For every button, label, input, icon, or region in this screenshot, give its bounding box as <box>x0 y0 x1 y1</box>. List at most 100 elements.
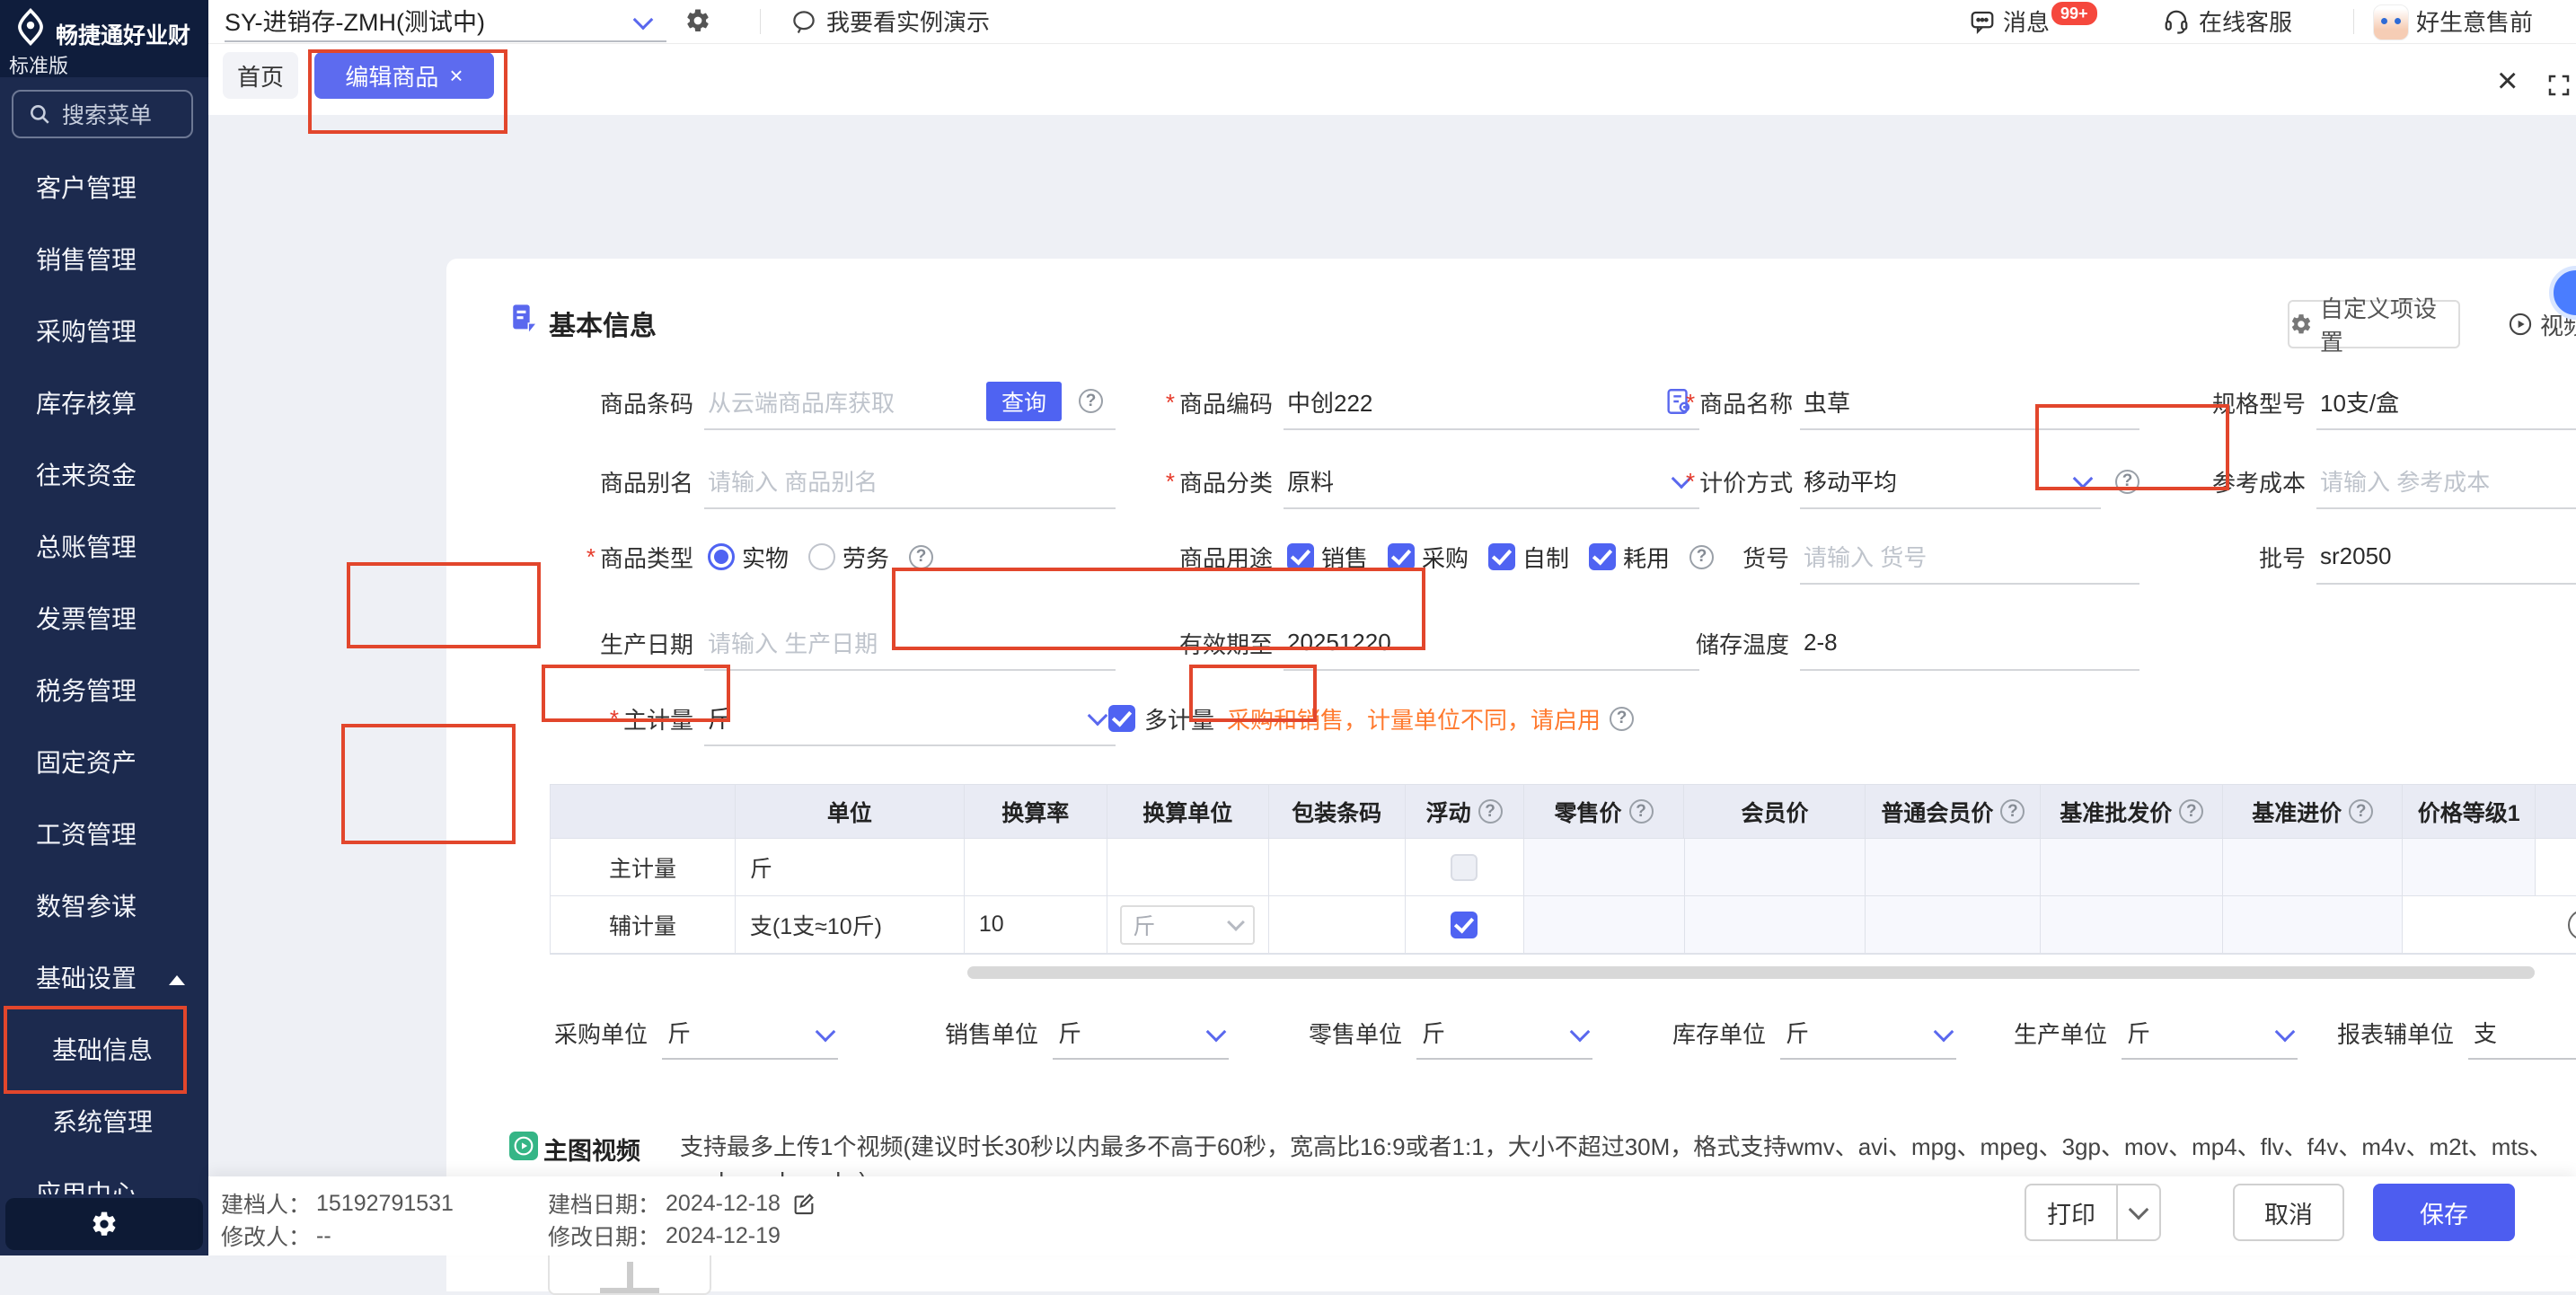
sidebar-item-customers[interactable]: 客户管理 <box>0 153 208 225</box>
question-icon[interactable] <box>2179 799 2203 824</box>
topbar: SY-进销存-ZMH(测试中) 我要看实例演示 消息 99+ 在线客服 好生意售… <box>208 0 2576 44</box>
fullscreen-icon[interactable] <box>2545 72 2572 99</box>
member-price-cell[interactable] <box>1685 896 1866 954</box>
base-wholesale-cell[interactable] <box>2041 839 2223 896</box>
question-icon[interactable] <box>2349 799 2373 824</box>
stock-unit-select[interactable]: 库存单位 斤 <box>1672 1004 1956 1062</box>
sidebar-settings-bar[interactable] <box>5 1198 203 1250</box>
sidebar-item-assets[interactable]: 固定资产 <box>0 727 208 799</box>
sidebar-item-funds[interactable]: 往来资金 <box>0 440 208 512</box>
question-icon[interactable] <box>1478 799 1503 824</box>
sidebar-item-purchase[interactable]: 采购管理 <box>0 296 208 368</box>
floating-cell[interactable] <box>1406 839 1524 896</box>
question-icon[interactable] <box>2115 470 2139 494</box>
checkbox-purchase[interactable]: 采购 <box>1388 541 1469 574</box>
product-code-input[interactable]: 中创222 <box>1284 374 1699 430</box>
storage-temp-input[interactable]: 2-8 <box>1800 615 2139 671</box>
pricing-select[interactable]: 移动平均 <box>1800 454 2101 509</box>
sidebar-item-ledger[interactable]: 总账管理 <box>0 512 208 584</box>
barcode-placeholder: 从云端商品库获取 <box>708 385 895 418</box>
main-unit-select[interactable]: 斤 <box>704 691 1116 746</box>
tab-home[interactable]: 首页 <box>223 52 298 99</box>
retail-price-cell[interactable] <box>1524 839 1685 896</box>
close-icon[interactable]: × <box>2497 66 2518 95</box>
sidebar-item-sales[interactable]: 销售管理 <box>0 225 208 296</box>
ref-cost-input[interactable]: 请输入 参考成本 <box>2316 454 2576 509</box>
cancel-button[interactable]: 取消 <box>2233 1184 2344 1241</box>
col-retail-price: 零售价 <box>1524 785 1685 839</box>
checkbox-consume[interactable]: 耗用 <box>1589 541 1670 574</box>
sidebar-item-tax[interactable]: 税务管理 <box>0 656 208 727</box>
expire-input[interactable]: 20251220 <box>1284 615 1699 671</box>
radio-physical[interactable]: 实物 <box>708 541 789 574</box>
unit-cell[interactable]: 支(1支≈10斤) <box>736 896 965 954</box>
add-row-icon[interactable] <box>2568 910 2576 940</box>
alias-input[interactable]: 请输入 商品别名 <box>704 454 1116 509</box>
spec-input[interactable]: 10支/盒 <box>2316 374 2576 430</box>
base-purchase-cell[interactable] <box>2223 896 2403 954</box>
rate-unit-cell[interactable] <box>1107 839 1269 896</box>
prod-date-input[interactable]: 请输入 生产日期 <box>704 615 1116 671</box>
org-select[interactable]: SY-进销存-ZMH(测试中) <box>225 0 666 42</box>
price-level-cell[interactable] <box>2403 839 2536 896</box>
member-price-cell[interactable] <box>1685 839 1866 896</box>
query-button[interactable]: 查询 <box>986 382 1062 421</box>
batch-no-input[interactable]: sr2050 <box>2316 529 2576 585</box>
menu-search-input[interactable]: 搜索菜单 <box>12 90 193 138</box>
demo-link[interactable]: 我要看实例演示 <box>790 0 990 42</box>
tab-close-icon[interactable]: × <box>449 64 463 87</box>
checkbox-checked-icon[interactable] <box>1108 705 1135 732</box>
question-icon[interactable] <box>1079 389 1103 413</box>
purchase-unit-select[interactable]: 采购单位 斤 <box>554 1004 838 1062</box>
customize-fields-button[interactable]: 自定义项设置 <box>2288 300 2460 348</box>
retail-price-cell[interactable] <box>1524 896 1685 954</box>
sidebar-item-app-center[interactable]: 应用中心 <box>0 1158 208 1194</box>
pack-barcode-cell[interactable] <box>1269 896 1406 954</box>
art-no-input[interactable]: 请输入 货号 <box>1800 529 2139 585</box>
question-icon[interactable] <box>1610 707 1634 731</box>
online-service-button[interactable]: 在线客服 <box>2163 0 2292 42</box>
report-aux-unit-select[interactable]: 报表辅单位 支 <box>2337 1004 2576 1062</box>
sidebar-item-payroll[interactable]: 工资管理 <box>0 799 208 871</box>
base-wholesale-cell[interactable] <box>2041 896 2223 954</box>
pack-barcode-cell[interactable] <box>1269 839 1406 896</box>
sidebar-item-system-mgmt[interactable]: 系统管理 <box>0 1087 208 1158</box>
print-dropdown[interactable] <box>2116 1185 2159 1239</box>
rate-unit-select[interactable]: 斤 <box>1107 896 1269 954</box>
question-icon[interactable] <box>909 545 933 569</box>
sidebar-item-invoice[interactable]: 发票管理 <box>0 584 208 656</box>
messages-button[interactable]: 消息 <box>1969 0 2050 42</box>
alias-placeholder: 请输入 商品别名 <box>708 464 878 498</box>
floating-cell[interactable] <box>1406 896 1524 954</box>
rate-cell[interactable] <box>965 839 1107 896</box>
sidebar-item-basic-info[interactable]: 基础信息 <box>0 1015 208 1087</box>
checkbox-checked-icon[interactable] <box>1451 912 1478 938</box>
save-button[interactable]: 保存 <box>2373 1184 2515 1241</box>
edit-icon[interactable] <box>791 1191 816 1216</box>
checkbox-sale[interactable]: 销售 <box>1287 541 1368 574</box>
table-hscrollbar[interactable] <box>967 966 2535 979</box>
sale-unit-select[interactable]: 销售单位 斤 <box>945 1004 1229 1062</box>
product-name-input[interactable]: 虫草 <box>1800 374 2139 430</box>
unit-cell[interactable]: 斤 <box>736 839 965 896</box>
print-button[interactable]: 打印 <box>2025 1184 2161 1241</box>
sidebar-item-advisor[interactable]: 数智参谋 <box>0 871 208 943</box>
question-icon[interactable] <box>1629 799 1654 824</box>
radio-service[interactable]: 劳务 <box>808 541 889 574</box>
question-icon[interactable] <box>2000 799 2025 824</box>
assistant-avatar[interactable] <box>2373 4 2409 40</box>
base-purchase-cell[interactable] <box>2223 839 2403 896</box>
sidebar-item-inventory[interactable]: 库存核算 <box>0 368 208 440</box>
category-select[interactable]: 原料 <box>1284 454 1699 509</box>
rate-cell[interactable]: 10 <box>965 896 1107 954</box>
tab-edit-product[interactable]: 编辑商品 × <box>314 52 494 99</box>
common-member-price-cell[interactable] <box>1866 839 2041 896</box>
production-unit-select[interactable]: 生产单位 斤 <box>2014 1004 2298 1062</box>
sidebar-item-basic-settings[interactable]: 基础设置 <box>0 943 208 1015</box>
barcode-input[interactable]: 从云端商品库获取 查询 <box>704 374 1116 430</box>
checkbox-selfmade[interactable]: 自制 <box>1488 541 1569 574</box>
checkbox-unchecked-icon[interactable] <box>1451 854 1478 881</box>
settings-gear-icon[interactable] <box>684 7 711 34</box>
retail-unit-select[interactable]: 零售单位 斤 <box>1309 1004 1592 1062</box>
common-member-price-cell[interactable] <box>1866 896 2041 954</box>
